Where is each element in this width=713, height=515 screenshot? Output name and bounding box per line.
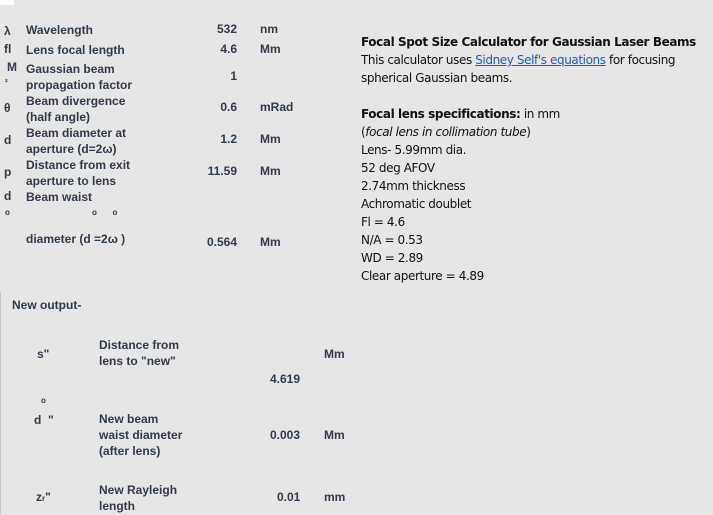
subscript-marks: o o <box>92 208 118 217</box>
symbol: fl <box>4 42 12 56</box>
label: waist diameter <box>99 428 183 442</box>
label: New beam <box>99 412 159 426</box>
intro-text: for focusing <box>605 53 676 67</box>
label: Lens focal length <box>26 43 125 57</box>
unit: nm <box>260 22 278 36</box>
symbol-sub: o <box>5 208 10 217</box>
label: Gaussian beam <box>26 62 115 76</box>
unit: Mm <box>260 235 281 249</box>
label: lens to "new" <box>99 354 176 368</box>
intro-line2: spherical Gaussian beams. <box>361 71 513 85</box>
specs-note-text: focal lens in collimation tube <box>365 125 527 139</box>
symbol-suffix: " <box>45 490 51 504</box>
unit: mRad <box>260 100 294 114</box>
label: aperture to lens <box>26 174 117 188</box>
value: 0.01 <box>277 490 301 504</box>
symbol: zr" <box>36 490 51 504</box>
output-heading: New output- <box>12 298 82 312</box>
label: New Rayleigh <box>99 483 178 497</box>
value[interactable]: 11.59 <box>208 164 237 178</box>
symbol: d <box>4 189 12 203</box>
value[interactable]: 1.2 <box>220 132 237 146</box>
symbol: p <box>4 165 12 179</box>
specs-heading-label: Focal lens specifications: <box>361 107 521 121</box>
symbol: s" <box>37 347 50 361</box>
unit: Mm <box>324 428 345 442</box>
info-panel: Focal Spot Size Calculator for Gaussian … <box>361 33 696 285</box>
spec-item: Achromatic doublet <box>361 197 472 211</box>
spec-item: Clear aperture = 4.89 <box>361 269 484 283</box>
info-title: Focal Spot Size Calculator for Gaussian … <box>361 33 696 51</box>
label: Wavelength <box>26 23 93 37</box>
unit: Mm <box>260 164 281 178</box>
specs-unit: in mm <box>520 107 561 121</box>
info-intro: This calculator uses Sidney Self's equat… <box>361 51 696 69</box>
divider <box>0 292 1 515</box>
value: 4.619 <box>270 372 301 386</box>
symbol-sub: ² <box>5 78 8 87</box>
symbol: λ <box>4 24 11 38</box>
unit: Mm <box>260 132 281 146</box>
value[interactable]: 0.6 <box>220 100 237 114</box>
spec-item: N/A = 0.53 <box>361 233 423 247</box>
intro-text: This calculator uses <box>361 53 476 67</box>
label: Distance from <box>99 338 180 352</box>
specs-heading: Focal lens specifications: in mm <box>361 105 696 123</box>
symbol-sup: o <box>41 396 46 405</box>
label: diameter (d =2ω ) <box>26 232 126 246</box>
spec-item: Fl = 4.6 <box>361 215 405 229</box>
unit: Mm <box>260 42 281 56</box>
spec-item: Lens- 5.99mm dia. <box>361 143 467 157</box>
label: propagation factor <box>26 78 133 92</box>
label: aperture (d=2ω) <box>26 142 117 156</box>
label: (after lens) <box>99 444 161 458</box>
symbol: d <box>4 133 12 147</box>
unit: mm <box>324 490 346 504</box>
spec-item: 52 deg AFOV <box>361 161 435 175</box>
label: Distance from exit <box>26 158 131 172</box>
label: length <box>99 499 135 513</box>
spec-item: 2.74mm thickness <box>361 179 466 193</box>
label: Beam divergence <box>26 94 126 108</box>
symbol: d " <box>34 413 54 427</box>
value[interactable]: 532 <box>217 22 237 36</box>
sidney-self-link[interactable]: Sidney Self's equations <box>475 53 606 67</box>
specs-note: (focal lens in collimation tube) <box>361 125 531 139</box>
spec-item: WD = 2.89 <box>361 251 423 265</box>
value: 0.003 <box>270 428 301 442</box>
value[interactable]: 4.6 <box>220 42 237 56</box>
symbol: θ <box>4 101 11 115</box>
unit: Mm <box>324 347 345 361</box>
value: 0.564 <box>206 235 237 249</box>
label: Beam waist <box>26 190 93 204</box>
symbol: M <box>7 60 17 74</box>
cell-corner <box>0 0 14 5</box>
label: Beam diameter at <box>26 126 127 140</box>
value[interactable]: 1 <box>230 69 237 83</box>
title: Focal Spot Size Calculator for Gaussian … <box>361 35 696 49</box>
label: (half angle) <box>26 110 91 124</box>
